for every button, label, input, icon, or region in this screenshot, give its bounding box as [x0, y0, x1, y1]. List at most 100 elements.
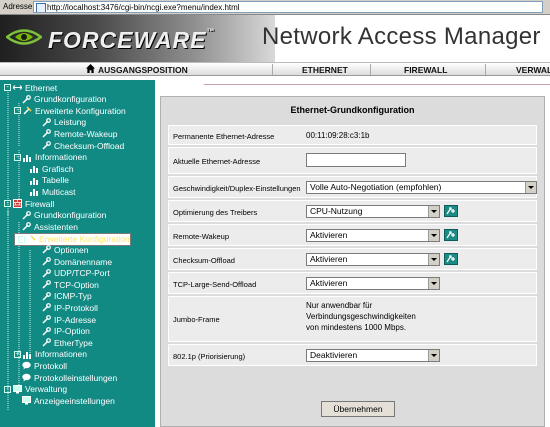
brand-name: FORCEWARE™ — [48, 27, 216, 53]
nav-ethernet[interactable]: ETHERNET — [302, 65, 348, 75]
opt-select[interactable]: CPU-Nutzung — [306, 205, 440, 218]
sidebar-item-fw-grundkonfiguration[interactable]: Grundkonfiguration — [22, 210, 106, 221]
prio-label: 802.1p (Priorisierung) — [173, 352, 246, 361]
url-input[interactable]: http://localhost:3476/cgi-bin/ncgi.exe?m… — [33, 1, 543, 13]
expand-icon[interactable]: + — [14, 350, 21, 358]
wrench-icon — [42, 245, 51, 254]
tcp-select[interactable]: Aktivieren — [306, 277, 440, 290]
sidebar-item-erweiterte-konfiguration[interactable]: - Erweiterte Konfiguration — [14, 105, 126, 116]
sidebar-item-udp-tcp-port[interactable]: UDP/TCP-Port — [42, 268, 110, 279]
collapse-icon[interactable]: - — [14, 107, 21, 115]
tools-icon — [23, 106, 32, 115]
csum-edit-icon[interactable] — [444, 253, 458, 265]
chevron-down-icon — [428, 350, 439, 361]
wrench-icon — [22, 94, 31, 104]
chevron-down-icon — [428, 254, 439, 265]
wake-select[interactable]: Aktivieren — [306, 229, 440, 242]
monitor-icon — [22, 396, 31, 405]
prio-select[interactable]: Deaktivieren — [306, 349, 440, 362]
wrench-icon — [42, 338, 51, 347]
jumbo-label: Jumbo-Frame — [173, 315, 220, 324]
speed-select[interactable]: Volle Auto-Negotiation (empfohlen) — [306, 181, 537, 194]
wake-edit-icon[interactable] — [444, 229, 458, 241]
sidebar-item-multicast[interactable]: Multicast — [30, 186, 76, 197]
sidebar-item-ip-option[interactable]: IP-Option — [42, 326, 90, 337]
nav-separator — [272, 64, 273, 75]
sidebar-tree: - Ethernet Grundkonfiguration - Erweiterte K… — [0, 80, 155, 427]
opt-label: Optimierung des Treibers — [173, 208, 258, 217]
sidebar-item-informationen[interactable]: - Informationen — [14, 152, 87, 163]
row-wake: Remote-Wakeup Aktivieren — [168, 224, 537, 246]
sidebar-item-anzeigeeinstellungen[interactable]: Anzeigeeinstellungen — [22, 395, 115, 406]
sidebar-item-icmp-typ[interactable]: ICMP-Typ — [42, 291, 92, 302]
nav-separator — [370, 64, 371, 75]
sidebar-item-remote-wakeup[interactable]: Remote-Wakeup — [42, 128, 117, 139]
jumbo-note-line1: Nur anwendbar für — [306, 301, 373, 310]
apply-button[interactable]: Übernehmen — [321, 401, 395, 417]
sidebar-item-tabelle[interactable]: Tabelle — [30, 175, 69, 186]
wrench-icon — [42, 268, 51, 278]
wrench-icon — [42, 141, 51, 150]
wrench-icon — [42, 280, 51, 289]
row-csum: Checksum-Offload Aktivieren — [168, 248, 537, 270]
nav-verwaltung[interactable]: VERWAL — [516, 65, 550, 75]
csum-select[interactable]: Aktivieren — [306, 253, 440, 266]
row-tcp: TCP-Large-Send-Offload Aktivieren — [168, 272, 537, 294]
sidebar-item-label: Informationen — [35, 349, 87, 360]
speed-label: Geschwindigkeit/Duplex-Einstellungen — [173, 184, 301, 193]
sidebar-item-label: Verwaltung — [25, 384, 68, 395]
collapse-icon[interactable]: - — [14, 153, 21, 161]
sidebar-item-label: Multicast — [42, 186, 76, 197]
sidebar-item-ethertype[interactable]: EtherType — [42, 337, 93, 348]
opt-edit-icon[interactable] — [444, 205, 458, 217]
sidebar-item-optionen[interactable]: Optionen — [42, 244, 89, 255]
sidebar-item-domaenenname[interactable]: Domänenname — [42, 256, 112, 267]
perm-mac-label: Permanente Ethernet-Adresse — [173, 132, 275, 141]
sidebar-item-label: IP-Adresse — [54, 314, 97, 325]
sidebar-item-grafisch[interactable]: Grafisch — [30, 163, 74, 174]
nav-firewall[interactable]: FIREWALL — [404, 65, 447, 75]
sidebar-item-label: Grundkonfiguration — [34, 94, 107, 105]
home-icon[interactable] — [86, 64, 95, 73]
sidebar-item-label: Assistenten — [34, 221, 78, 232]
sidebar-item-label: Protokolleinstellungen — [34, 372, 118, 383]
content-area: Ethernet-Grundkonfiguration Permanente E… — [155, 76, 550, 427]
wrench-icon — [42, 117, 51, 127]
sidebar-item-tcp-option[interactable]: TCP-Option — [42, 279, 99, 290]
wrench-icon — [42, 326, 51, 336]
collapse-icon[interactable]: - — [4, 84, 11, 91]
row-speed: Geschwindigkeit/Duplex-Einstellungen Vol… — [168, 176, 537, 198]
sidebar-item-fw-informationen[interactable]: + Informationen — [14, 349, 87, 360]
sidebar-item-label: Erweiterte Konfiguration — [39, 233, 130, 244]
perm-mac-value: 00:11:09:28:c3:1b — [306, 131, 370, 140]
sidebar-item-label: Firewall — [25, 198, 55, 209]
sidebar-item-grundkonfiguration[interactable]: Grundkonfiguration — [22, 94, 106, 105]
sidebar-item-leistung[interactable]: Leistung — [42, 117, 86, 128]
sidebar-item-ip-protokoll[interactable]: IP-Protokoll — [42, 302, 98, 313]
sidebar-item-protokolleinstellungen[interactable]: Protokolleinstellungen — [22, 372, 117, 383]
sidebar-item-checksum-offload[interactable]: Checksum-Offload — [42, 140, 124, 151]
row-opt: Optimierung des Treibers CPU-Nutzung — [168, 200, 537, 222]
firewall-icon — [13, 199, 22, 208]
tcp-label: TCP-Large-Send-Offload — [173, 280, 257, 289]
collapse-icon[interactable]: - — [4, 200, 11, 207]
wrench-icon — [42, 303, 51, 312]
sidebar-item-verwaltung[interactable]: - Verwaltung — [4, 384, 67, 395]
address-bar: Adresse http://localhost:3476/cgi-bin/nc… — [0, 0, 550, 15]
sidebar-item-ip-adresse[interactable]: IP-Adresse — [42, 314, 96, 325]
sidebar-item-protokoll[interactable]: Protokoll — [22, 360, 67, 371]
collapse-icon[interactable]: - — [4, 385, 11, 393]
row-prio: 802.1p (Priorisierung) Deaktivieren — [168, 344, 537, 366]
sidebar-item-assistenten[interactable]: Assistenten — [22, 221, 78, 232]
nav-home[interactable]: AUSGANGSPOSITION — [98, 65, 188, 75]
cur-mac-label: Aktuelle Ethernet-Adresse — [173, 157, 261, 166]
sidebar-item-label: EtherType — [54, 337, 93, 348]
sidebar-item-label: IP-Protokoll — [54, 302, 98, 313]
sidebar-item-label: ICMP-Typ — [54, 291, 92, 302]
top-nav: AUSGANGSPOSITION ETHERNET FIREWALL VERWA… — [0, 62, 550, 76]
sidebar-item-firewall[interactable]: - Firewall — [4, 198, 54, 209]
jumbo-note-line3: von mindestens 1000 Mbps. — [306, 323, 407, 332]
collapse-icon[interactable]: - — [18, 235, 25, 243]
cur-mac-input[interactable] — [306, 153, 406, 167]
sidebar-item-ethernet[interactable]: - Ethernet — [4, 82, 57, 93]
